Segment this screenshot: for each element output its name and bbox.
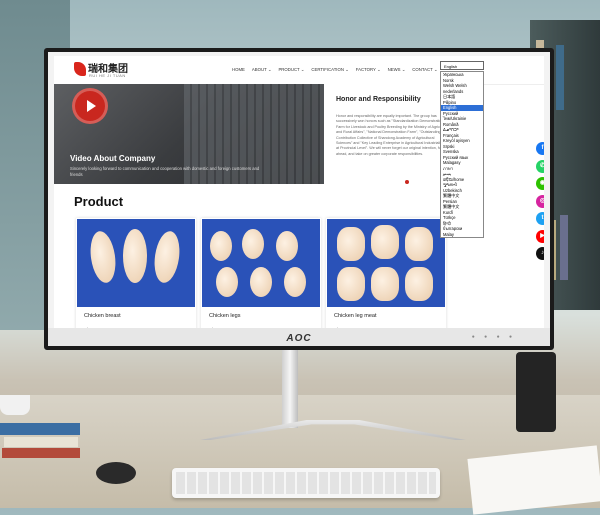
monitor: 瑞和集团 RUI HE JI TUAN HOME ABOUT ⌄ PRODUCT… (44, 48, 554, 350)
product-card[interactable]: Chicken breast View more (76, 218, 196, 332)
video-title: Video About Company (70, 154, 156, 163)
monitor-brand-logo: AOC (286, 333, 312, 344)
menu-home[interactable]: HOME (232, 67, 245, 73)
microphone (96, 462, 136, 484)
menu-certification[interactable]: CERTIFICATION ⌄ (311, 67, 348, 73)
monitor-bezel: AOC ● ● ● ● (48, 328, 550, 346)
product-name[interactable]: Chicken leg meat (334, 313, 377, 319)
instagram-icon[interactable]: ◎ (536, 194, 544, 208)
product-image[interactable] (202, 219, 320, 307)
language-select[interactable]: English (440, 61, 484, 70)
product-heading: Product (74, 194, 124, 209)
menu-news[interactable]: NEWS ⌄ (388, 67, 406, 73)
twitter-icon[interactable]: t (536, 212, 544, 225)
video-text: Sincerely looking forward to communicati… (70, 166, 260, 177)
product-card[interactable]: Chicken leg meat View more (326, 218, 446, 332)
youtube-icon[interactable]: ▶ (536, 229, 544, 243)
honor-text: Honor and responsibility are equally imp… (336, 114, 450, 156)
product-image[interactable] (77, 219, 195, 307)
product-image[interactable] (327, 219, 445, 307)
play-icon[interactable] (72, 88, 108, 124)
book-stack (0, 415, 80, 460)
logo-subtitle: RUI HE JI TUAN (89, 73, 126, 78)
wechat-icon[interactable]: ◉ (536, 177, 544, 190)
coffee-cup (0, 395, 30, 415)
menu-about[interactable]: ABOUT ⌄ (252, 67, 272, 73)
smartphone (516, 352, 556, 432)
product-card[interactable]: Chicken legs View more (201, 218, 321, 332)
language-option[interactable]: Malay (441, 232, 483, 238)
keyboard (172, 468, 440, 498)
browser-screen: 瑞和集团 RUI HE JI TUAN HOME ABOUT ⌄ PRODUCT… (54, 56, 544, 332)
menu-factory[interactable]: FACTORY ⌄ (356, 67, 381, 73)
language-dropdown-list: Українська Norsk Welsh Welsh nederlands 日本語 P… (440, 71, 484, 238)
honor-title: Honor and Responsibility (336, 96, 421, 103)
whatsapp-icon[interactable]: ✆ (536, 159, 544, 173)
facebook-icon[interactable]: f (536, 142, 544, 155)
video-banner: Video About Company Sincerely looking fo… (54, 84, 324, 184)
monitor-stand (282, 350, 298, 428)
main-menu: HOME ABOUT ⌄ PRODUCT ⌄ CERTIFICATION ⌄ F… (232, 67, 437, 73)
honor-panel: Honor and Responsibility Honor and respo… (324, 84, 454, 192)
logo-icon[interactable] (74, 62, 86, 76)
menu-product[interactable]: PRODUCT ⌄ (278, 67, 304, 73)
product-name[interactable]: Chicken breast (84, 313, 121, 319)
product-name[interactable]: Chicken legs (209, 313, 241, 319)
monitor-buttons: ● ● ● ● (471, 334, 516, 340)
menu-contact[interactable]: CONTACT ⌄ (412, 67, 437, 73)
slider-dot[interactable] (405, 180, 409, 184)
tiktok-icon[interactable]: ♪ (536, 247, 544, 260)
